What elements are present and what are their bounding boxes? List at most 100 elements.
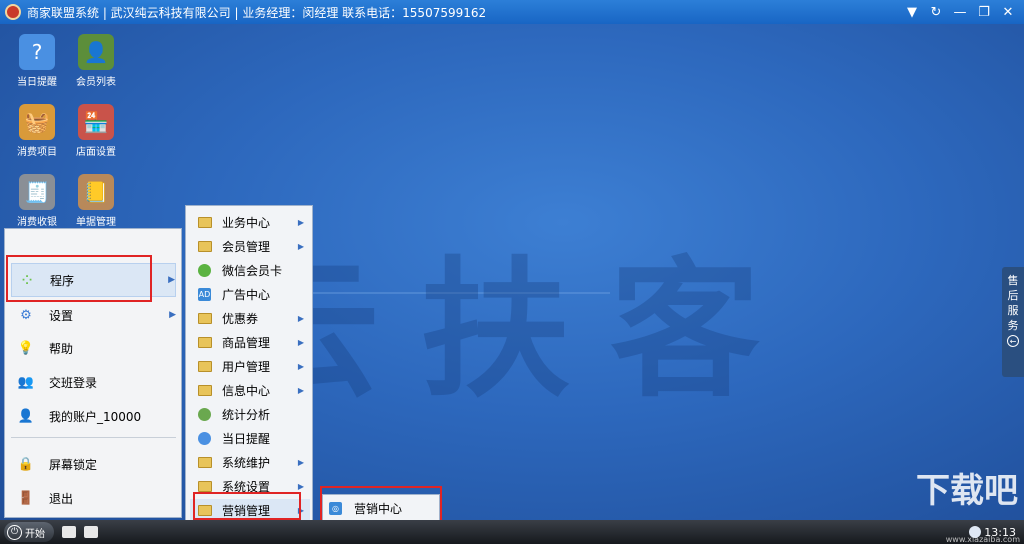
account-user-icon: 👤 xyxy=(17,408,35,424)
side-tab-char: 售 xyxy=(1007,274,1019,287)
folder-icon xyxy=(198,504,212,516)
desktop-watermark: 云扶客 xyxy=(230,244,801,418)
site-url-watermark: www.xiazaiba.com xyxy=(945,535,1020,544)
submenu-item-label: 统计分析 xyxy=(222,407,271,422)
start-menu-item-screen-lock[interactable]: 🔒 屏幕锁定 xyxy=(11,451,176,477)
menu-item-label: 帮助 xyxy=(49,341,74,356)
desktop-icon-label: 当日提醒 xyxy=(17,77,57,88)
submenu-item-label: 微信会员卡 xyxy=(222,263,283,278)
shift-users-icon: 👥 xyxy=(17,374,35,390)
submenu-item-daily-reminder[interactable]: 当日提醒 xyxy=(190,427,310,449)
start-label: 开始 xyxy=(25,528,45,540)
desktop-icon-store-settings[interactable]: 🏪 店面设置 xyxy=(66,104,126,158)
desktop-icon-label: 会员列表 xyxy=(76,77,116,88)
ad-icon: AD xyxy=(198,287,211,301)
folder-icon xyxy=(198,456,212,468)
submenu-arrow-icon: ▶ xyxy=(297,457,304,467)
start-menu-item-settings[interactable]: ⚙ 设置 ▶ xyxy=(11,302,176,328)
help-bulb-icon: 💡 xyxy=(17,340,35,356)
start-menu-item-exit[interactable]: 🚪 退出 xyxy=(11,485,176,511)
submenu-item-coupons[interactable]: 优惠券 ▶ xyxy=(190,307,310,329)
close-icon[interactable]: ✕ xyxy=(998,3,1018,21)
desktop-icon-reminder[interactable]: ? 当日提醒 xyxy=(7,34,67,88)
start-menu-item-programs[interactable]: ⁘ 程序 ▶ xyxy=(11,263,176,297)
submenu-item-product-management[interactable]: 商品管理 ▶ xyxy=(190,331,310,353)
submenu-item-label: 信息中心 xyxy=(222,383,271,398)
desktop-icon-cashier[interactable]: 🧾 消费收银 xyxy=(7,174,67,228)
refresh-icon[interactable]: ↻ xyxy=(926,3,946,21)
taskbar-app-icon[interactable] xyxy=(84,526,98,538)
submenu-item-statistics[interactable]: 统计分析 xyxy=(190,403,310,425)
lock-icon: 🔒 xyxy=(17,456,35,472)
desktop-icon-consume-items[interactable]: 🧺 消费项目 xyxy=(7,104,67,158)
desktop-icon-label: 消费收银 xyxy=(17,217,57,228)
submenu-item-label: 系统维护 xyxy=(222,455,271,470)
desktop-icon-members[interactable]: 👤 会员列表 xyxy=(66,34,126,88)
submenu-arrow-icon: ▶ xyxy=(169,310,176,320)
menu-item-label: 屏幕锁定 xyxy=(49,457,98,472)
folder-icon xyxy=(198,480,212,492)
reminder-icon: ? xyxy=(19,34,55,70)
start-menu-item-my-account[interactable]: 👤 我的账户_10000 xyxy=(11,403,176,429)
members-icon: 👤 xyxy=(78,34,114,70)
submenu-item-marketing-management[interactable]: 营销管理 ▶ xyxy=(190,499,310,521)
submenu-arrow-icon: ▶ xyxy=(297,217,304,227)
submenu-arrow-icon: ▶ xyxy=(297,313,304,323)
submenu-item-business-center[interactable]: 业务中心 ▶ xyxy=(190,211,310,233)
programs-icon: ⁘ xyxy=(19,269,35,291)
submenu-item-info-center[interactable]: 信息中心 ▶ xyxy=(190,379,310,401)
submenu-item-system-settings[interactable]: 系统设置 ▶ xyxy=(190,475,310,497)
submenu-item-label: 优惠券 xyxy=(222,311,259,326)
submenu-arrow-icon: ▶ xyxy=(297,361,304,371)
marketing-center-icon: ◎ xyxy=(329,501,342,515)
minimize-icon[interactable]: — xyxy=(950,3,970,21)
start-menu-item-shift-login[interactable]: 👥 交班登录 xyxy=(11,369,176,395)
taskbar-app-icon[interactable] xyxy=(62,526,76,538)
folder-icon xyxy=(198,336,212,348)
wechat-icon xyxy=(198,263,211,277)
side-tab-char: 服 xyxy=(1007,304,1019,317)
submenu-arrow-icon: ▶ xyxy=(297,385,304,395)
exit-door-icon: 🚪 xyxy=(17,490,35,506)
submenu-item-label: 营销管理 xyxy=(222,503,271,518)
submenu-item-label: 用户管理 xyxy=(222,359,271,374)
side-tab-char: 后 xyxy=(1007,289,1019,302)
window-title: 商家联盟系统 | 武汉纯云科技有限公司 | 业务经理：闵经理 联系电话：1550… xyxy=(27,5,487,20)
settings-gear-icon: ⚙ xyxy=(20,307,32,323)
submenu-item-member-management[interactable]: 会员管理 ▶ xyxy=(190,235,310,257)
submenu-item-wechat-card[interactable]: 微信会员卡 xyxy=(190,259,310,281)
cash-register-icon: 🧾 xyxy=(19,174,55,210)
start-button[interactable]: ⏻ 开始 xyxy=(4,522,54,542)
menu-item-label: 设置 xyxy=(49,308,74,323)
restore-icon[interactable]: ❐ xyxy=(974,3,994,21)
taskbar: ⏻ 开始 13:13 www.xiazaiba.com xyxy=(0,520,1024,544)
submenu-item-ad-center[interactable]: AD 广告中心 xyxy=(190,283,310,305)
submenu-arrow-icon: ▶ xyxy=(297,505,304,515)
statistics-icon xyxy=(198,407,211,421)
desktop-icon-documents[interactable]: 📒 单据管理 xyxy=(66,174,126,228)
reminder-icon xyxy=(198,431,211,445)
menu-item-label: 交班登录 xyxy=(49,375,98,390)
submenu-item-system-maintenance[interactable]: 系统维护 ▶ xyxy=(190,451,310,473)
side-tab-char: 务 xyxy=(1007,319,1019,332)
after-sales-service-tab[interactable]: 售 后 服 务 ← xyxy=(1002,267,1024,377)
desktop-icon-label: 店面设置 xyxy=(76,147,116,158)
arrow-left-icon: ← xyxy=(1007,335,1019,347)
site-watermark: 下载吧 xyxy=(916,471,1018,511)
submenu-item-user-management[interactable]: 用户管理 ▶ xyxy=(190,355,310,377)
dropdown-icon[interactable]: ▼ xyxy=(902,3,922,21)
submenu-arrow-icon: ▶ xyxy=(297,241,304,251)
notebook-icon: 📒 xyxy=(78,174,114,210)
start-menu-item-help[interactable]: 💡 帮助 xyxy=(11,335,176,361)
submenu-item-marketing-center[interactable]: 营销中心 xyxy=(354,500,402,517)
app-logo-icon xyxy=(5,4,21,20)
desktop-icon-label: 消费项目 xyxy=(17,147,57,158)
folder-icon xyxy=(198,360,212,372)
basket-icon: 🧺 xyxy=(19,104,55,140)
start-menu: ⁘ 程序 ▶ ⚙ 设置 ▶ 💡 帮助 👥 交班登录 👤 我的账户_10000 🔒… xyxy=(4,228,182,518)
submenu-item-label: 广告中心 xyxy=(222,287,271,302)
programs-submenu: 业务中心 ▶ 会员管理 ▶ 微信会员卡 AD 广告中心 优惠券 ▶ 商品管理 ▶… xyxy=(185,205,313,525)
menu-item-label: 程序 xyxy=(50,273,75,288)
menu-divider xyxy=(11,437,176,438)
menu-item-label: 我的账户_10000 xyxy=(49,409,142,424)
